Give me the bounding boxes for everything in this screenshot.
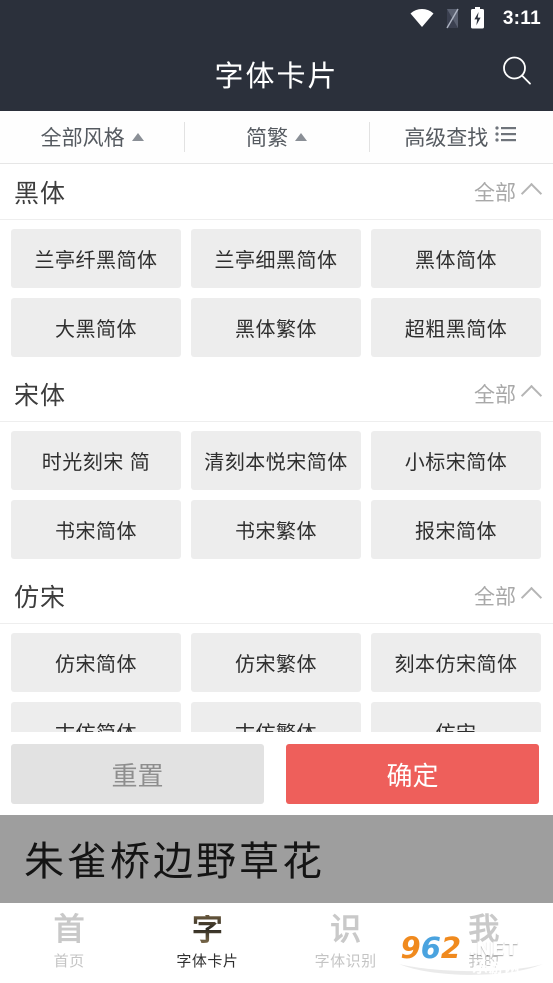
nav-label: 我的 bbox=[468, 953, 500, 970]
filter-advanced-search[interactable]: 高级查找 bbox=[368, 111, 553, 163]
list-icon bbox=[495, 125, 517, 149]
font-chip[interactable]: 仿宋 bbox=[371, 702, 541, 732]
filter-bar: 全部风格 简繁 高级查找 bbox=[0, 111, 553, 164]
font-chip[interactable]: 古仿简体 bbox=[11, 702, 181, 732]
nav-label: 首页 bbox=[53, 953, 85, 970]
nav-item-home[interactable]: 首 首页 bbox=[0, 903, 138, 983]
action-bar: 重置 确定 bbox=[0, 732, 553, 815]
section-show-all[interactable]: 全部 bbox=[474, 379, 543, 409]
font-chip[interactable]: 书宋简体 bbox=[11, 500, 181, 559]
caret-up-icon bbox=[131, 133, 144, 141]
caret-up-icon bbox=[294, 133, 307, 141]
search-icon bbox=[500, 54, 534, 93]
nav-item-mine[interactable]: 我 我的 bbox=[415, 903, 553, 983]
wifi-icon bbox=[409, 8, 435, 28]
status-icon-group: 3:11 bbox=[409, 7, 541, 29]
chevron-up-icon bbox=[520, 586, 543, 609]
font-chip[interactable]: 报宋简体 bbox=[371, 500, 541, 559]
nav-item-font-recognition[interactable]: 识 字体识别 bbox=[277, 903, 415, 983]
filter-style[interactable]: 全部风格 bbox=[0, 111, 184, 163]
font-chip[interactable]: 超粗黑简体 bbox=[371, 298, 541, 357]
section-title: 宋体 bbox=[14, 381, 67, 410]
status-time: 3:11 bbox=[502, 7, 541, 29]
font-chip[interactable]: 刻本仿宋简体 bbox=[371, 633, 541, 692]
font-category-list[interactable]: 黑体 全部 兰亭纤黑简体 兰亭细黑简体 黑体简体 大黑简体 黑体繁体 超粗黑简体… bbox=[0, 164, 553, 732]
bottom-nav: 首 首页 字 字体卡片 识 字体识别 我 我的 bbox=[0, 900, 553, 983]
font-chip[interactable]: 仿宋繁体 bbox=[191, 633, 361, 692]
section-header[interactable]: 宋体 全部 bbox=[0, 366, 553, 422]
font-chip[interactable]: 小标宋简体 bbox=[371, 431, 541, 490]
preview-text: 朱雀桥边野草花 bbox=[24, 838, 325, 885]
section-title: 仿宋 bbox=[14, 583, 67, 612]
font-chip[interactable]: 古仿繁体 bbox=[191, 702, 361, 732]
font-chip[interactable]: 黑体繁体 bbox=[191, 298, 361, 357]
section-show-all[interactable]: 全部 bbox=[474, 177, 543, 207]
filter-advanced-label: 高级查找 bbox=[404, 127, 489, 150]
section-fangsong: 仿宋 全部 仿宋简体 仿宋繁体 刻本仿宋简体 古仿简体 古仿繁体 仿宋 bbox=[0, 568, 553, 732]
filter-script-label: 简繁 bbox=[245, 127, 288, 150]
app-header: 字体卡片 bbox=[0, 36, 553, 111]
reset-button[interactable]: 重置 bbox=[11, 744, 264, 804]
mine-glyph-icon: 我 bbox=[468, 912, 500, 948]
recognition-glyph-icon: 识 bbox=[330, 912, 362, 948]
chevron-up-icon bbox=[520, 182, 543, 205]
page-title: 字体卡片 bbox=[214, 60, 339, 93]
confirm-button[interactable]: 确定 bbox=[286, 744, 539, 804]
search-button[interactable] bbox=[493, 50, 541, 98]
section-all-label: 全部 bbox=[474, 383, 516, 407]
nav-label: 字体卡片 bbox=[176, 953, 239, 970]
section-all-label: 全部 bbox=[474, 585, 516, 609]
section-header[interactable]: 黑体 全部 bbox=[0, 164, 553, 220]
section-songti: 宋体 全部 时光刻宋 简 清刻本悦宋简体 小标宋简体 书宋简体 书宋繁体 报宋简… bbox=[0, 366, 553, 568]
section-all-label: 全部 bbox=[474, 181, 516, 205]
font-chip[interactable]: 大黑简体 bbox=[11, 298, 181, 357]
nav-label: 字体识别 bbox=[314, 953, 377, 970]
section-heiti: 黑体 全部 兰亭纤黑简体 兰亭细黑简体 黑体简体 大黑简体 黑体繁体 超粗黑简体 bbox=[0, 164, 553, 366]
status-bar: 3:11 bbox=[0, 0, 553, 36]
font-chip[interactable]: 仿宋简体 bbox=[11, 633, 181, 692]
font-grid: 时光刻宋 简 清刻本悦宋简体 小标宋简体 书宋简体 书宋繁体 报宋简体 bbox=[0, 422, 553, 568]
section-title: 黑体 bbox=[14, 179, 67, 208]
battery-charging-icon bbox=[470, 7, 485, 29]
chevron-up-icon bbox=[520, 384, 543, 407]
font-chip[interactable]: 兰亭纤黑简体 bbox=[11, 229, 181, 288]
font-chip[interactable]: 时光刻宋 简 bbox=[11, 431, 181, 490]
font-chip[interactable]: 清刻本悦宋简体 bbox=[191, 431, 361, 490]
font-grid: 兰亭纤黑简体 兰亭细黑简体 黑体简体 大黑简体 黑体繁体 超粗黑简体 bbox=[0, 220, 553, 366]
filter-script[interactable]: 简繁 bbox=[184, 111, 368, 163]
section-show-all[interactable]: 全部 bbox=[474, 581, 543, 611]
sim-card-icon bbox=[444, 8, 461, 29]
app-root: 3:11 字体卡片 全部风格 简繁 高级查找 黑体 全部 兰亭纤黑简体 兰亭细黑… bbox=[0, 0, 553, 983]
font-chip[interactable]: 黑体简体 bbox=[371, 229, 541, 288]
font-preview-strip[interactable]: 朱雀桥边野草花 bbox=[0, 815, 553, 900]
font-chip[interactable]: 兰亭细黑简体 bbox=[191, 229, 361, 288]
font-chip[interactable]: 书宋繁体 bbox=[191, 500, 361, 559]
font-grid: 仿宋简体 仿宋繁体 刻本仿宋简体 古仿简体 古仿繁体 仿宋 bbox=[0, 624, 553, 732]
font-card-glyph-icon: 字 bbox=[191, 912, 223, 948]
nav-item-font-card[interactable]: 字 字体卡片 bbox=[138, 903, 276, 983]
section-header[interactable]: 仿宋 全部 bbox=[0, 568, 553, 624]
filter-style-label: 全部风格 bbox=[40, 127, 125, 150]
home-glyph-icon: 首 bbox=[53, 912, 85, 948]
